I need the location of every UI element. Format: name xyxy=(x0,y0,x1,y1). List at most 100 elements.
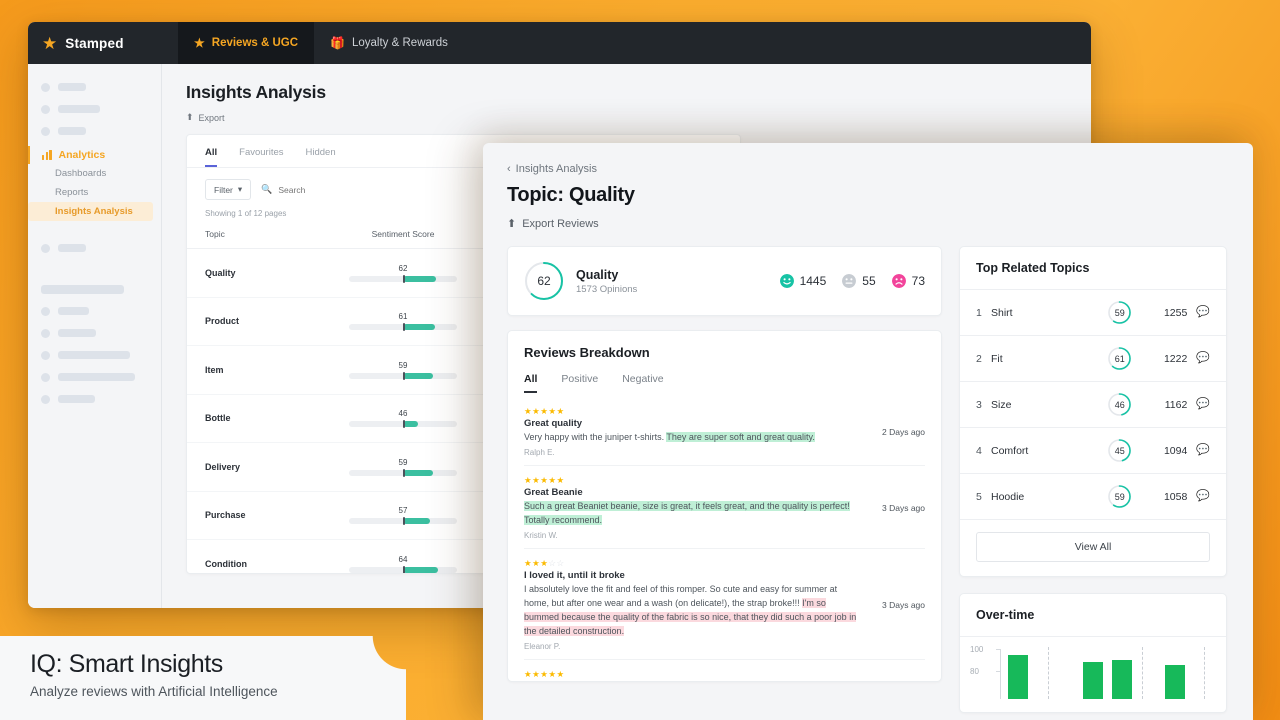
top-navigation-bar: ★ Stamped ★ Reviews & UGC 🎁 Loyalty & Re… xyxy=(28,22,1091,64)
related-topic-rank: 2 xyxy=(976,352,982,365)
related-topic-count: 1094 xyxy=(1163,444,1188,457)
review-item[interactable]: ★★★★★ Great quality Very happy with the ju… xyxy=(524,397,925,467)
neutral-face-icon xyxy=(842,274,857,288)
row-sentiment-score: 64 xyxy=(323,555,483,573)
caption-sheet: IQ: Smart Insights Analyze reviews with … xyxy=(0,636,406,720)
bar-chart-icon xyxy=(42,150,52,160)
related-topic-row[interactable]: 3 Size 46 1162 💬 xyxy=(960,382,1226,428)
upload-icon: ⬆ xyxy=(507,218,517,230)
sidebar: Analytics Dashboards Reports Insights An… xyxy=(28,64,162,608)
sidebar-item-reports[interactable]: Reports xyxy=(28,183,161,202)
stat-negative: 73 xyxy=(891,274,925,288)
view-all-button[interactable]: View All xyxy=(976,532,1210,562)
related-topic-row[interactable]: 2 Fit 61 1222 💬 xyxy=(960,336,1226,382)
export-reviews-label: Export Reviews xyxy=(522,217,599,230)
review-item[interactable]: ★★★☆☆ I loved it, until it broke I absolut… xyxy=(524,549,925,661)
export-button[interactable]: ⬆ Export xyxy=(186,112,1091,123)
related-topic-row[interactable]: 5 Hoodie 59 1058 💬 xyxy=(960,474,1226,520)
star-rating-icon: ★★★☆☆ xyxy=(524,558,565,569)
chart-y-axis xyxy=(1000,649,1001,699)
happy-face-icon xyxy=(779,274,794,288)
review-main: ★★★★★ Great quality Very happy with the ju… xyxy=(524,406,867,457)
top-related-topics-title: Top Related Topics xyxy=(960,247,1226,290)
reviews-tab-all-label: All xyxy=(524,373,538,385)
tab-reviews-ugc[interactable]: ★ Reviews & UGC xyxy=(178,22,315,64)
related-topic-row[interactable]: 4 Comfort 45 1094 💬 xyxy=(960,428,1226,474)
row-topic: Quality xyxy=(205,267,236,278)
tab-loyalty-rewards-label: Loyalty & Rewards xyxy=(352,37,448,49)
review-heading: Great quality xyxy=(524,418,583,430)
reviews-tab-negative[interactable]: Negative xyxy=(622,373,663,393)
skeleton-dot xyxy=(41,82,50,92)
review-item[interactable]: ★★★★★ Great Beanie Such a great Beaniet be… xyxy=(524,466,925,550)
chart-bars xyxy=(1008,647,1220,699)
review-highlight: Such a great Beaniet beanie, size is gre… xyxy=(524,501,850,526)
row-sentiment-score: 59 xyxy=(323,361,483,380)
summary-opinions-count: 1573 Opinions xyxy=(576,283,638,295)
review-timestamp: 3 Days ago xyxy=(882,502,925,513)
brand-name: Stamped xyxy=(65,35,124,51)
skeleton-bar xyxy=(58,307,89,315)
related-topic-score-value: 59 xyxy=(1114,307,1125,318)
related-topic-name: Shirt xyxy=(991,306,1013,319)
brand-logo: ★ Stamped xyxy=(42,35,178,52)
score-ring-value: 62 xyxy=(537,274,551,288)
score-bar xyxy=(349,517,457,526)
reviews-tab-positive[interactable]: Positive xyxy=(561,373,598,393)
star-icon: ★ xyxy=(194,36,205,50)
row-topic: Product xyxy=(205,316,240,327)
review-heading: Amazing quality but too big. xyxy=(524,681,857,682)
star-rating-icon: ★★★★★ xyxy=(524,669,565,680)
related-topic-name: Fit xyxy=(991,352,1003,365)
row-score-value: 64 xyxy=(398,554,408,564)
row-topic: Item xyxy=(205,364,224,375)
skeleton-dot xyxy=(41,306,50,316)
tab-all[interactable]: All xyxy=(205,147,218,167)
skeleton-bar xyxy=(58,351,130,359)
top-nav-items: ★ Reviews & UGC 🎁 Loyalty & Rewards xyxy=(178,22,464,64)
star-rating-icon: ★★★★★ xyxy=(524,406,565,416)
topic-summary-card: 62 Quality 1573 Opinions 1445 55 73 xyxy=(507,246,942,316)
skeleton-bar xyxy=(58,83,86,91)
export-reviews-button[interactable]: ⬆ Export Reviews xyxy=(507,217,1229,231)
related-topic-score-value: 59 xyxy=(1114,491,1125,502)
upload-icon: ⬆ xyxy=(186,112,194,122)
related-topic-score-ring: 59 xyxy=(1107,484,1132,509)
reviews-tab-all[interactable]: All xyxy=(524,373,538,393)
tab-loyalty-rewards[interactable]: 🎁 Loyalty & Rewards xyxy=(314,22,464,64)
review-body: I absolutely love the fit and feel of th… xyxy=(524,584,857,637)
score-bar xyxy=(349,323,457,332)
filter-button-label: Filter xyxy=(214,184,233,195)
tab-all-label: All xyxy=(205,147,218,158)
row-topic: Bottle xyxy=(205,413,231,424)
related-topic-row[interactable]: 1 Shirt 59 1255 💬 xyxy=(960,290,1226,336)
comment-bubble-icon: 💬 xyxy=(1196,306,1210,318)
related-topic-score-ring: 45 xyxy=(1107,438,1132,463)
stat-positive-value: 1445 xyxy=(799,274,827,288)
chevron-down-icon: ▾ xyxy=(237,184,243,194)
skeleton-dot xyxy=(41,104,50,114)
skeleton-bar xyxy=(58,105,100,113)
sidebar-item-dashboards[interactable]: Dashboards xyxy=(28,164,161,183)
review-item[interactable]: ★★★★★Amazing quality but too big.These w… xyxy=(524,660,925,682)
tab-favourites[interactable]: Favourites xyxy=(239,147,283,167)
tab-reviews-ugc-label: Reviews & UGC xyxy=(211,37,299,49)
tab-hidden[interactable]: Hidden xyxy=(306,147,336,167)
comment-bubble-icon: 💬 xyxy=(1196,398,1210,410)
chart-bar xyxy=(1008,655,1028,699)
sidebar-item-analytics[interactable]: Analytics xyxy=(28,146,161,164)
sidebar-skeleton-item xyxy=(28,388,161,410)
sidebar-skeleton-item xyxy=(28,76,161,98)
related-topic-rank: 4 xyxy=(976,444,982,457)
score-bar xyxy=(349,565,457,573)
row-topic: Purchase xyxy=(205,510,246,521)
over-time-chart: 100 80 xyxy=(960,637,1226,699)
sidebar-item-insights-analysis[interactable]: Insights Analysis xyxy=(28,202,153,221)
chart-bar xyxy=(1112,660,1132,699)
back-to-insights-link[interactable]: ‹ Insights Analysis xyxy=(507,163,1229,175)
filter-button[interactable]: Filter ▾ xyxy=(205,179,252,200)
over-time-title: Over-time xyxy=(960,594,1226,637)
related-topic-score-value: 45 xyxy=(1114,445,1125,456)
sidebar-item-insights-analysis-label: Insights Analysis xyxy=(55,206,133,217)
related-topics-list: 1 Shirt 59 1255 💬 2 Fit 61 1222 💬 3 Size 46 1162 💬 4 Com… xyxy=(960,290,1226,520)
